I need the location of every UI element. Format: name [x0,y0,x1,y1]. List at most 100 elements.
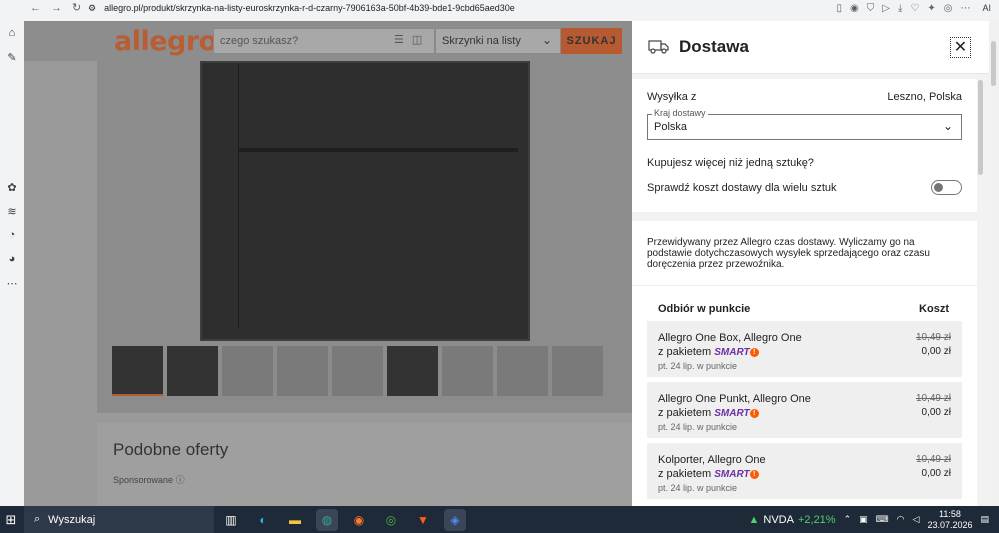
info-icon[interactable]: ⓘ [176,475,185,485]
play-icon[interactable]: ▷ [882,3,890,14]
whatsapp-icon[interactable]: ◕ [5,252,19,266]
smart-info-icon[interactable]: ! [749,347,759,357]
allegro-logo[interactable]: allegro [114,26,217,57]
option-package: z pakietem SMART! [658,346,759,358]
clock-date: 23.07.2026 [927,519,973,530]
keyboard-icon[interactable]: ⌨ [876,514,889,525]
thumbnail[interactable] [332,346,383,396]
stock-widget[interactable]: ▲ NVDA +2,21% [749,514,836,526]
notifications-icon[interactable]: ▤ [980,514,989,525]
multi-item-toggle[interactable] [931,180,962,195]
smart-info-icon[interactable]: ! [749,469,759,479]
messenger-icon[interactable]: ◔ [5,228,19,242]
firefox-icon[interactable]: ◉ [348,509,370,531]
thumbnail[interactable] [112,346,163,396]
clock[interactable]: 11:58 23.07.2026 [927,509,972,531]
search-icon: ⌕ [34,513,41,525]
delivery-option[interactable]: Kolporter, Allegro One z pakietem SMART!… [647,443,962,499]
more-icon[interactable]: ⋯ [5,276,19,290]
delivery-panel: Dostawa ✕ Wysyłka z Leszno, Polska Kraj … [632,21,989,506]
list-search-icon[interactable]: ☰ [394,33,404,46]
delivery-option[interactable]: Allegro One Box, Allegro One z pakietem … [647,321,962,377]
layers-icon[interactable]: ≋ [5,204,19,218]
product-gallery [97,61,632,413]
chrome-icon[interactable]: ◎ [380,509,402,531]
new-price: 0,00 zł [921,346,951,357]
forward-icon[interactable]: → [51,1,62,15]
thumbnail[interactable] [442,346,493,396]
app-icon[interactable]: ◍ [316,508,338,531]
page-scrollbar[interactable] [989,21,999,506]
thumbnail[interactable] [497,346,548,396]
task-view-icon[interactable]: ▥ [220,509,242,531]
ship-from-label: Wysyłka z [647,91,697,103]
smart-info-icon[interactable]: ! [749,408,759,418]
country-label: Kraj dostawy [652,108,708,118]
new-price: 0,00 zł [921,407,951,418]
windows-start-icon[interactable]: ⊞ [0,506,22,533]
menu-icon[interactable]: ⋯ [960,3,970,14]
browser-app-icon[interactable]: ◈ [444,508,466,531]
close-button[interactable]: ✕ [950,37,971,58]
delivery-settings: Wysyłka z Leszno, Polska Kraj dostawy Po… [632,79,977,212]
brave-icon[interactable]: ▼ [412,509,434,531]
extension-puzzle-icon[interactable]: ✿ [5,180,19,194]
option-name: Allegro One Punkt, Allegro One [658,393,811,405]
sponsored-label: Sponsorowane ⓘ [113,473,185,486]
camera-search-icon[interactable]: ◫ [412,33,422,46]
package-text: z pakietem [658,407,712,419]
ai-button[interactable]: AI [978,3,995,13]
search-button[interactable]: SZUKAJ [561,28,622,54]
search-tools: ☰ ◫ [394,33,422,46]
volume-icon[interactable]: ◁ [913,514,920,525]
edge-icon[interactable]: ◐ [252,509,274,531]
network-icon[interactable]: ▣ [859,514,868,525]
options-header: Odbiór w punkcie Koszt [658,303,949,315]
reader-icon[interactable]: ▯ [837,3,843,14]
thumbnail[interactable] [167,346,218,396]
option-name: Allegro One Box, Allegro One [658,332,802,344]
url-text[interactable]: allegro.pl/produkt/skrzynka-na-listy-eur… [104,3,515,13]
heart-icon[interactable]: ♡ [910,3,919,14]
stock-change: +2,21% [797,513,836,526]
profile-icon[interactable]: ◎ [944,3,953,14]
thumbnail[interactable] [552,346,603,396]
camera-icon[interactable]: ◉ [850,3,859,14]
wifi-icon[interactable]: ◠ [897,514,905,525]
country-select[interactable]: Kraj dostawy Polska ⌄ [647,108,962,140]
mailbox-flap [238,148,518,152]
package-text: z pakietem [658,468,712,480]
panel-scrollbar[interactable] [978,80,983,175]
browser-extensions: ▯ ◉ ⛉ ▷ ⤓ ♡ ✦ ◎ ⋯ AI [837,0,995,16]
file-explorer-icon[interactable]: ▬ [284,509,306,531]
taskbar-search[interactable]: ⌕ Wyszukaj [24,506,214,533]
scrollbar-thumb[interactable] [991,41,996,86]
similar-title: Podobne oferty [113,440,229,459]
option-date: pt. 24 lip. w punkcie [658,422,738,432]
thumbnail[interactable] [277,346,328,396]
option-date: pt. 24 lip. w punkcie [658,483,738,493]
shield-icon[interactable]: ⛉ [867,3,875,14]
reload-icon[interactable]: ↻ [72,1,81,15]
browser-sidebar: ⌂ ✎ ✿ ≋ ◔ ◕ ⋯ [0,16,24,506]
thumbnail[interactable] [222,346,273,396]
home-icon[interactable]: ⌂ [5,26,19,40]
product-image[interactable] [200,61,530,341]
back-icon[interactable]: ← [30,1,41,15]
stock-chart-icon: ▲ [748,513,760,526]
download-icon[interactable]: ⤓ [898,3,902,14]
panel-header: Dostawa ✕ [632,21,989,74]
thumbnail[interactable] [387,346,438,396]
address-bar[interactable]: ⚙ allegro.pl/produkt/skrzynka-na-listy-e… [88,0,788,16]
similar-offers: Podobne oferty Sponsorowane ⓘ [97,423,632,506]
category-select[interactable]: Skrzynki na listy ⌄ [435,28,561,54]
delivery-option[interactable]: Allegro One Punkt, Allegro One z pakiete… [647,382,962,438]
chevron-up-icon[interactable]: ⌃ [844,514,852,525]
site-info-icon[interactable]: ⚙ [88,3,96,14]
taskbar: ⊞ ⌕ Wyszukaj ▥ ◐ ▬ ◍ ◉ ◎ ▼ ◈ ▲ NVDA +2,2… [0,506,999,533]
bookmark-icon[interactable]: ✎ [5,50,19,64]
country-value: Polska [654,121,688,133]
extensions-icon[interactable]: ✦ [927,3,935,14]
pickup-heading: Odbiór w punkcie [658,303,751,315]
option-package: z pakietem SMART! [658,407,759,419]
